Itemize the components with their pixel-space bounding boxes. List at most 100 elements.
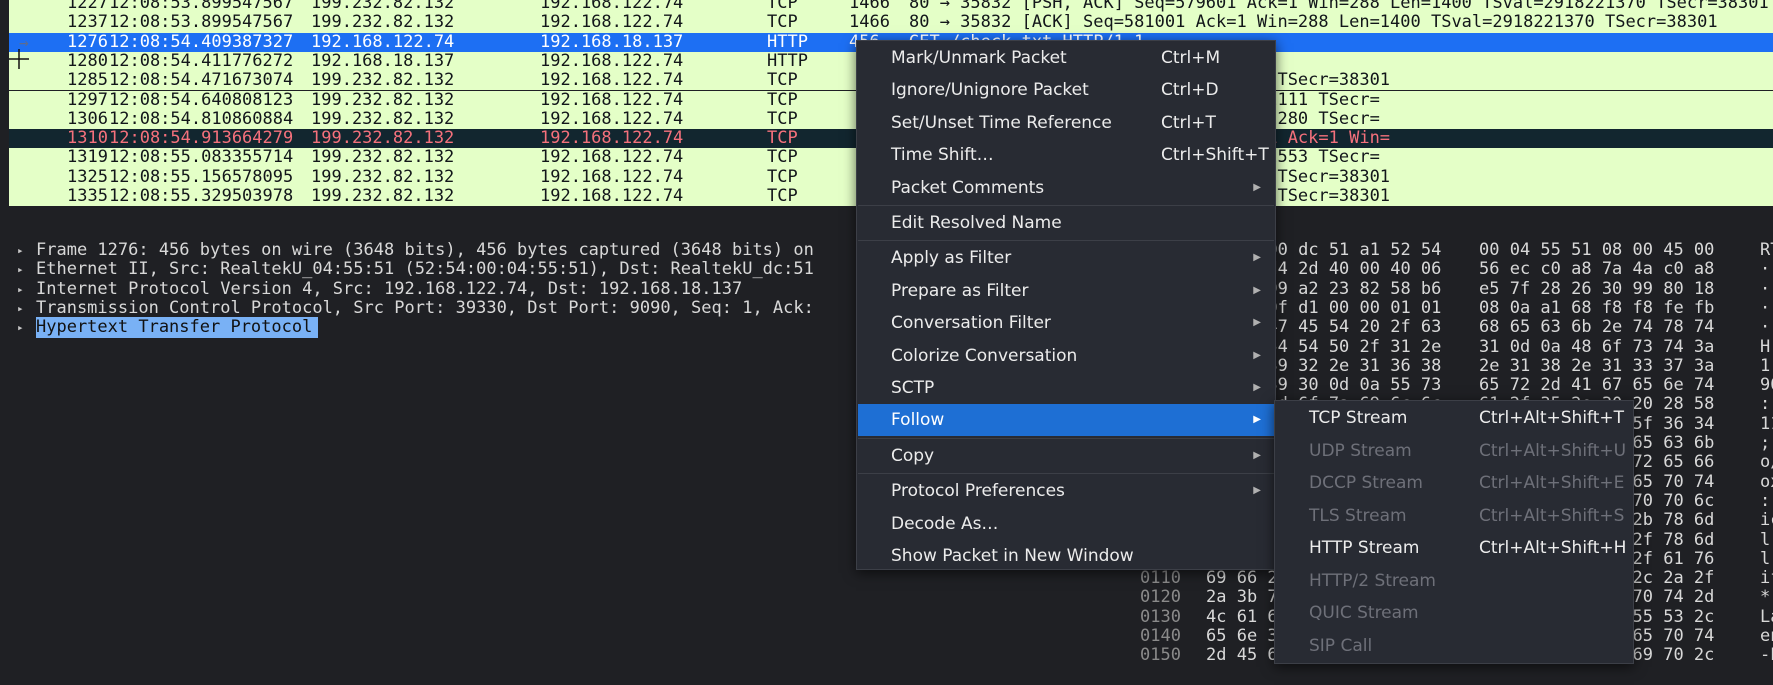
menu-item[interactable]: Follow ▶	[858, 404, 1274, 437]
packet-info: 80 → 35832 [ACK] Seq=581001 Ack=1 Win=28…	[909, 13, 1718, 33]
detail-tree-label: Frame 1276: 456 bytes on wire (3648 bits…	[36, 240, 814, 260]
follow-item-label: UDP Stream	[1309, 440, 1412, 461]
menu-item-label: Packet Comments	[891, 177, 1045, 198]
follow-submenu-item[interactable]: TCP Stream Ctrl+Alt+Shift+T	[1276, 402, 1632, 435]
submenu-arrow-icon: ▶	[1253, 252, 1261, 264]
detail-tree-label: Transmission Control Protocol, Src Port:…	[36, 297, 814, 318]
packet-context-menu[interactable]: Mark/Unmark Packet Ctrl+M Ignore/Unignore …	[856, 40, 1276, 570]
menu-item[interactable]: Decode As…	[858, 508, 1274, 540]
expand-arrow-icon[interactable]: ▸	[17, 240, 24, 261]
packet-destination: 192.168.122.74	[540, 187, 684, 206]
packet-time: 12:08:53.899547567	[109, 0, 294, 13]
packet-number: 1306	[67, 109, 108, 129]
packet-time: 12:08:54.640808123	[109, 90, 294, 110]
follow-submenu[interactable]: TCP Stream Ctrl+Alt+Shift+T UDP Stream Ctrl…	[1274, 400, 1634, 664]
follow-item-shortcut: Ctrl+Alt+Shift+S	[1479, 505, 1625, 526]
packet-number: 1319	[67, 148, 108, 168]
submenu-arrow-icon: ▶	[1253, 181, 1261, 193]
packet-protocol: TCP	[767, 109, 798, 129]
packet-time: 12:08:54.913664279	[109, 129, 294, 149]
expand-arrow-icon[interactable]: ▸	[17, 317, 24, 338]
menu-item[interactable]: Packet Comments ▶	[858, 172, 1274, 204]
detail-tree-label: Ethernet II, Src: RealtekU_04:55:51 (52:…	[36, 259, 814, 280]
submenu-arrow-icon: ▶	[1253, 382, 1261, 393]
packet-length: 1466	[849, 0, 890, 13]
menu-item[interactable]: Show Packet in New Window	[858, 540, 1274, 572]
packet-source: 199.232.82.132	[311, 187, 455, 206]
packet-destination: 192.168.122.74	[540, 71, 684, 91]
packet-protocol: TCP	[767, 0, 798, 13]
menu-item[interactable]: Colorize Conversation ▶	[858, 340, 1274, 372]
follow-submenu-item: UDP Stream Ctrl+Alt+Shift+U	[1276, 435, 1632, 468]
menu-item-label: Conversation Filter	[891, 313, 1051, 334]
menu-item-label: Decode As…	[891, 513, 999, 534]
expand-arrow-icon[interactable]: ▸	[17, 279, 24, 300]
menu-item[interactable]: SCTP ▶	[858, 372, 1274, 404]
menu-item-label: Time Shift…	[891, 145, 994, 166]
packet-number: 1285	[67, 71, 108, 91]
menu-item[interactable]: Edit Resolved Name	[858, 207, 1274, 239]
packet-number: 1297	[67, 90, 108, 110]
menu-separator	[858, 205, 1274, 206]
menu-item-shortcut: Ctrl+D	[1161, 80, 1219, 101]
menu-item-label: Ignore/Unignore Packet	[891, 80, 1089, 101]
packet-protocol: TCP	[767, 129, 798, 149]
packet-length: 1466	[849, 13, 890, 33]
packet-destination: 192.168.18.137	[540, 32, 684, 52]
menu-item-label: Follow	[891, 410, 945, 431]
menu-item-shortcut: Ctrl+T	[1161, 112, 1216, 133]
menu-item[interactable]: Conversation Filter ▶	[858, 307, 1274, 339]
menu-item[interactable]: Copy ▶	[858, 440, 1274, 472]
packet-destination: 192.168.122.74	[540, 13, 684, 33]
packet-protocol: TCP	[767, 148, 798, 168]
hex-offset: 0150	[1140, 645, 1181, 666]
packet-destination: 192.168.122.74	[540, 129, 684, 149]
packet-number: 1325	[67, 167, 108, 187]
packet-info: 80 → 35832 [PSH, ACK] Seq=579601 Ack=1 W…	[909, 0, 1769, 13]
expand-arrow-icon[interactable]: ▸	[17, 259, 24, 280]
menu-item-label: Edit Resolved Name	[891, 213, 1062, 233]
packet-row[interactable]: 1227 12:08:53.899547567 199.232.82.132 192.…	[9, 0, 1773, 14]
packet-source: 199.232.82.132	[311, 109, 455, 129]
menu-item-label: Set/Unset Time Reference	[891, 112, 1112, 133]
packet-protocol: HTTP	[767, 51, 808, 71]
menu-item[interactable]: Set/Unset Time Reference Ctrl+T	[858, 107, 1274, 139]
packet-destination: 192.168.122.74	[540, 109, 684, 129]
menu-item[interactable]: Time Shift… Ctrl+Shift+T	[858, 139, 1274, 171]
packet-source: 199.232.82.132	[311, 13, 455, 33]
menu-item[interactable]: Protocol Preferences ▶	[858, 475, 1274, 507]
packet-protocol: HTTP	[767, 32, 808, 52]
follow-item-label: QUIC Stream	[1309, 603, 1419, 623]
follow-submenu-item[interactable]: HTTP Stream Ctrl+Alt+Shift+H	[1276, 532, 1632, 565]
menu-item-shortcut: Ctrl+Shift+T	[1161, 145, 1269, 166]
follow-submenu-item: HTTP/2 Stream	[1276, 565, 1632, 598]
packet-destination: 192.168.122.74	[540, 51, 684, 71]
follow-item-shortcut: Ctrl+Alt+Shift+U	[1479, 440, 1627, 461]
menu-item[interactable]: Prepare as Filter ▶	[858, 275, 1274, 307]
menu-item[interactable]: Apply as Filter ▶	[858, 242, 1274, 274]
menu-item-label: Copy	[891, 445, 935, 466]
follow-submenu-item: SIP Call	[1276, 630, 1632, 663]
packet-time: 12:08:54.411776272	[109, 51, 294, 71]
expand-arrow-icon[interactable]: ▸	[17, 298, 24, 319]
packet-time: 12:08:53.899547567	[109, 13, 294, 33]
packet-source: 199.232.82.132	[311, 148, 455, 168]
follow-item-label: TLS Stream	[1309, 505, 1407, 526]
submenu-arrow-icon: ▶	[1253, 449, 1261, 461]
packet-destination: 192.168.122.74	[540, 167, 684, 187]
packet-time: 12:08:55.329503978	[109, 187, 294, 206]
follow-item-label: HTTP/2 Stream	[1309, 570, 1436, 591]
follow-item-label: DCCP Stream	[1309, 473, 1423, 493]
packet-row[interactable]: 1237 12:08:53.899547567 199.232.82.132 192.…	[9, 13, 1773, 33]
follow-submenu-item: DCCP Stream Ctrl+Alt+Shift+E	[1276, 467, 1632, 500]
menu-item[interactable]: Mark/Unmark Packet Ctrl+M	[858, 42, 1274, 74]
menu-item-label: Mark/Unmark Packet	[891, 48, 1067, 68]
follow-item-shortcut: Ctrl+Alt+Shift+H	[1479, 538, 1627, 558]
packet-time: 12:08:54.409387327	[109, 32, 294, 52]
menu-item[interactable]: Ignore/Unignore Packet Ctrl+D	[858, 74, 1274, 106]
packet-number: 1310	[67, 129, 108, 149]
packet-time: 12:08:54.471673074	[109, 71, 294, 91]
follow-item-shortcut: Ctrl+Alt+Shift+E	[1479, 473, 1625, 493]
menu-item-label: Protocol Preferences	[891, 481, 1065, 502]
packet-number: 1276	[67, 32, 108, 52]
